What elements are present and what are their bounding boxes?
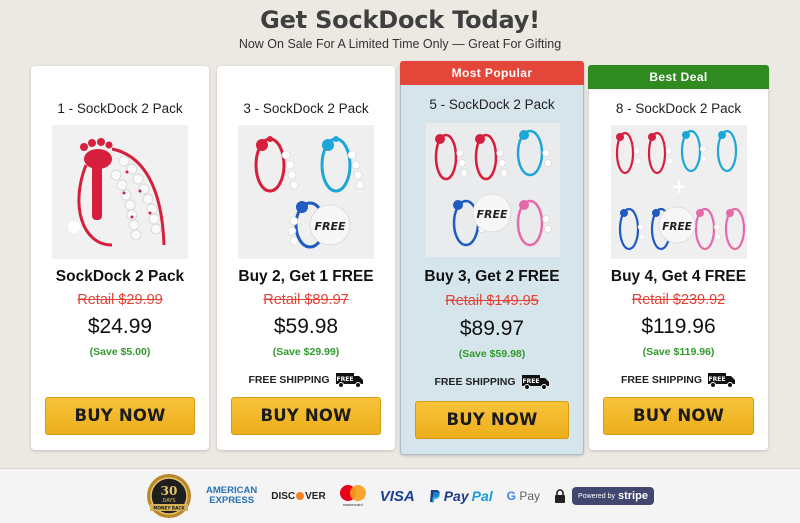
savings-label: (Save $59.98): [458, 348, 526, 360]
payment-badges: 30 DAYS MONEY BACK AMERICAN EXPRESS DISC…: [146, 473, 654, 519]
truck-icon: FREE: [521, 375, 549, 390]
pricing-cards: 1 - SockDock 2 Pack SockDock 2 Pack Reta…: [0, 61, 800, 462]
stripe-secure-badge: Powered by stripe: [554, 487, 654, 505]
american-express-logo: AMERICAN EXPRESS: [206, 485, 258, 506]
retail-price: Retail $149.95: [445, 293, 539, 309]
product-image: FREE: [426, 123, 560, 257]
mastercard-logo: mastercard: [339, 485, 366, 507]
sale-price: $89.97: [459, 317, 525, 340]
discover-logo: DISC VER: [271, 490, 326, 502]
svg-text:FREE: FREE: [522, 378, 539, 385]
paypal-logo: Pay Pal: [429, 488, 493, 504]
payment-trust-footer: 30 DAYS MONEY BACK AMERICAN EXPRESS DISC…: [0, 468, 800, 523]
free-shipping-badge: FREE SHIPPING FREE: [589, 372, 768, 388]
visa-logo: VISA: [379, 487, 415, 505]
pricing-card-3-pack: 3 - SockDock 2 Pack FREE Buy 2, Get 1 FR…: [217, 66, 395, 450]
free-image-label: FREE: [314, 220, 345, 233]
google-pay-logo: G Pay: [506, 489, 541, 503]
guarantee-seal-icon: 30 DAYS MONEY BACK: [147, 474, 192, 518]
savings-label: (Save $119.96): [642, 346, 715, 358]
deal-title: Buy 3, Get 2 FREE: [424, 268, 560, 285]
buy-now-button[interactable]: BUY NOW: [603, 397, 754, 435]
pack-title: 1 - SockDock 2 Pack: [57, 101, 183, 116]
page-subtitle: Now On Sale For A Limited Time Only — Gr…: [238, 37, 562, 51]
svg-text:30: 30: [161, 484, 178, 498]
pack-title: 3 - SockDock 2 Pack: [243, 101, 369, 116]
deal-title: Buy 4, Get 4 FREE: [610, 268, 747, 285]
sockdock-red-single-image: [52, 125, 188, 259]
pricing-card-5-pack: Most Popular 5 - SockDock 2 Pack FREE Bu…: [400, 61, 584, 455]
free-shipping-label: FREE SHIPPING: [248, 374, 330, 386]
sale-price: $24.99: [87, 315, 153, 338]
svg-text:MONEY BACK: MONEY BACK: [153, 506, 185, 511]
buy-now-button[interactable]: BUY NOW: [45, 397, 195, 435]
sockdock-three-pack-image: FREE: [238, 125, 374, 259]
truck-icon: FREE: [335, 373, 363, 388]
retail-price: Retail $89.97: [263, 292, 349, 308]
svg-text:FREE: FREE: [336, 376, 353, 383]
free-shipping-label: FREE SHIPPING: [620, 374, 703, 386]
product-image: [52, 125, 188, 259]
most-popular-ribbon: Most Popular: [400, 61, 584, 85]
lock-icon: [555, 489, 566, 503]
pricing-card-8-pack: Best Deal 8 - SockDock 2 Pack + FREE Buy…: [588, 65, 769, 450]
free-image-label: FREE: [662, 221, 692, 233]
product-image: + FREE: [611, 125, 747, 259]
svg-text:+: +: [671, 174, 688, 198]
savings-label: (Save $29.99): [272, 346, 340, 358]
product-image: FREE: [238, 125, 374, 259]
buy-now-button[interactable]: BUY NOW: [231, 397, 381, 435]
deal-title: SockDock 2 Pack: [55, 268, 185, 285]
retail-price: Retail $29.99: [77, 292, 163, 308]
truck-icon: FREE: [708, 373, 736, 388]
sockdock-five-pack-image: FREE: [426, 123, 560, 257]
pricing-card-1-pack: 1 - SockDock 2 Pack SockDock 2 Pack Reta…: [31, 66, 209, 450]
pack-title: 8 - SockDock 2 Pack: [615, 101, 742, 116]
free-shipping-label: FREE SHIPPING: [434, 376, 516, 388]
savings-label: (Save $5.00): [89, 346, 151, 358]
pack-title: 5 - SockDock 2 Pack: [429, 97, 555, 112]
retail-price: Retail $239.92: [631, 292, 726, 308]
free-image-label: FREE: [476, 208, 507, 221]
free-shipping-badge: FREE SHIPPING FREE: [401, 374, 583, 390]
svg-text:DAYS: DAYS: [163, 498, 176, 504]
free-shipping-badge: FREE SHIPPING FREE: [217, 372, 395, 388]
svg-text:FREE: FREE: [709, 376, 726, 383]
sockdock-eight-pack-image: + FREE: [611, 125, 747, 259]
deal-title: Buy 2, Get 1 FREE: [238, 268, 374, 285]
best-deal-ribbon: Best Deal: [588, 65, 769, 89]
header: Get SockDock Today! Now On Sale For A Li…: [0, 0, 800, 51]
sale-price: $119.96: [641, 315, 716, 338]
powered-by-stripe: Powered by stripe: [572, 487, 654, 505]
paypal-icon: [429, 490, 440, 503]
sale-price: $59.98: [273, 315, 339, 338]
buy-now-button[interactable]: BUY NOW: [415, 401, 569, 439]
page-title: Get SockDock Today!: [260, 6, 540, 34]
